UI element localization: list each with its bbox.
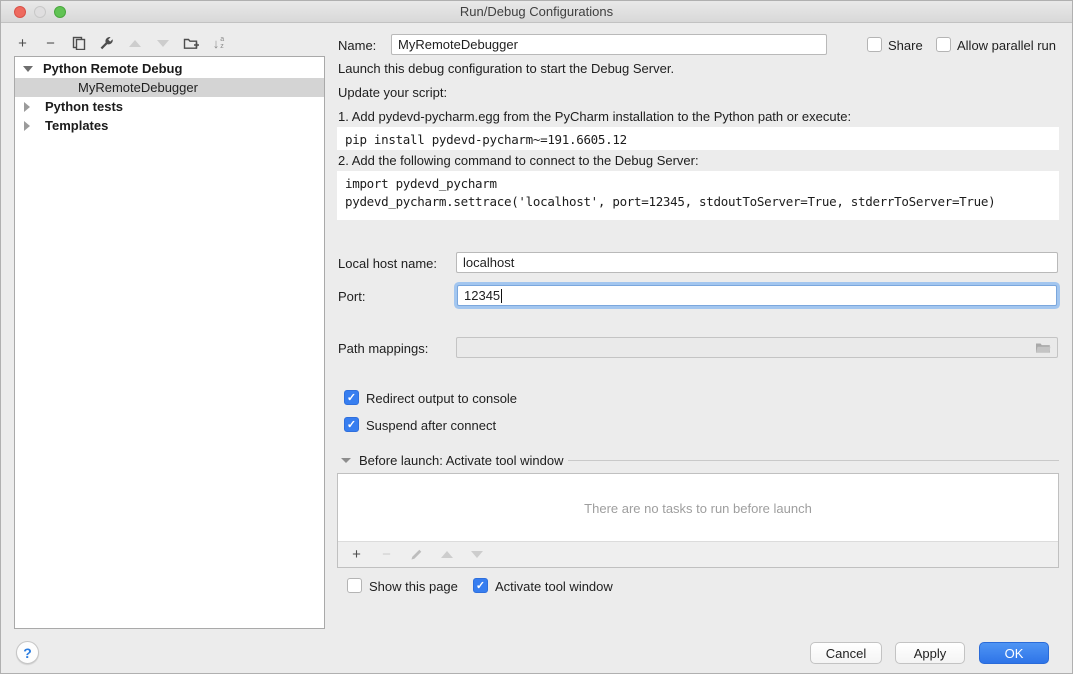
sort-alphabetically-icon: ↓az xyxy=(213,36,224,51)
settrace-code[interactable]: import pydevd_pycharm pydevd_pycharm.set… xyxy=(337,171,1059,220)
move-down-button[interactable] xyxy=(154,35,171,52)
edit-configuration-button[interactable] xyxy=(98,35,115,52)
intro-text: Launch this debug configuration to start… xyxy=(338,61,674,76)
before-launch-header: Before launch: Activate tool window xyxy=(359,453,564,468)
tree-item-label: Templates xyxy=(45,116,108,135)
path-mappings-label: Path mappings: xyxy=(338,341,428,356)
remote-debug-icon xyxy=(15,82,74,94)
remove-configuration-button[interactable]: − xyxy=(42,35,59,52)
check-icon: ✓ xyxy=(347,418,356,431)
before-launch-task-list: There are no tasks to run before launch … xyxy=(337,473,1059,568)
share-checkbox-label: Share xyxy=(888,38,923,53)
copy-icon xyxy=(72,36,86,50)
redirect-output-label: Redirect output to console xyxy=(366,391,517,406)
tree-item-label: Python tests xyxy=(45,97,123,116)
plus-icon: + xyxy=(18,35,27,52)
configurations-tree: Python Remote Debug MyRemoteDebugger Pyt… xyxy=(14,56,325,629)
check-icon: ✓ xyxy=(347,391,356,404)
tree-item-label: MyRemoteDebugger xyxy=(78,78,198,97)
tree-item-python-tests[interactable]: Python tests xyxy=(15,97,324,116)
import-code-line: import pydevd_pycharm xyxy=(345,176,497,191)
share-checkbox[interactable] xyxy=(867,37,882,52)
tree-item-myremotedebugger[interactable]: MyRemoteDebugger xyxy=(15,78,324,97)
tree-item-python-remote-debug[interactable]: Python Remote Debug xyxy=(15,59,324,78)
show-this-page-label: Show this page xyxy=(369,579,458,594)
pip-install-code-text: pip install pydevd-pycharm~=191.6605.12 xyxy=(345,132,627,147)
move-task-down-button[interactable] xyxy=(468,546,485,563)
no-tasks-message: There are no tasks to run before launch xyxy=(338,474,1058,542)
minus-icon: − xyxy=(46,35,55,52)
text-caret xyxy=(501,289,502,303)
copy-configuration-button[interactable] xyxy=(70,35,87,52)
tree-item-templates[interactable]: Templates xyxy=(15,116,324,135)
suspend-after-connect-label: Suspend after connect xyxy=(366,418,496,433)
show-this-page-checkbox[interactable] xyxy=(347,578,362,593)
move-up-button[interactable] xyxy=(126,35,143,52)
arrow-up-icon xyxy=(129,40,141,47)
activate-tool-window-label: Activate tool window xyxy=(495,579,613,594)
expand-collapse-icon[interactable] xyxy=(23,66,33,72)
port-input[interactable]: 12345 xyxy=(457,285,1057,306)
configurations-toolbar: + − ↓az xyxy=(14,31,227,55)
arrow-down-icon xyxy=(471,551,483,558)
help-button[interactable]: ? xyxy=(16,641,39,664)
step1-text: 1. Add pydevd-pycharm.egg from the PyCha… xyxy=(338,109,851,124)
path-mappings-input[interactable] xyxy=(456,337,1058,358)
pencil-icon xyxy=(410,548,423,561)
remove-task-button[interactable]: − xyxy=(378,546,395,563)
expand-collapse-icon[interactable] xyxy=(24,102,30,112)
ok-button[interactable]: OK xyxy=(979,642,1049,664)
activate-tool-window-checkbox[interactable]: ✓ xyxy=(473,578,488,593)
before-launch-collapse-icon[interactable] xyxy=(341,458,351,463)
allow-parallel-run-checkbox[interactable] xyxy=(936,37,951,52)
question-mark-icon: ? xyxy=(23,645,32,661)
arrow-up-icon xyxy=(441,551,453,558)
allow-parallel-run-label: Allow parallel run xyxy=(957,38,1056,53)
expand-collapse-icon[interactable] xyxy=(24,121,30,131)
local-host-input[interactable] xyxy=(456,252,1058,273)
tree-item-label: Python Remote Debug xyxy=(43,59,182,78)
plus-icon: + xyxy=(352,546,361,563)
redirect-output-checkbox[interactable]: ✓ xyxy=(344,390,359,405)
settrace-code-line: pydevd_pycharm.settrace('localhost', por… xyxy=(345,194,995,209)
name-input[interactable] xyxy=(391,34,827,55)
run-debug-configurations-dialog: Run/Debug Configurations + − ↓az Python … xyxy=(0,0,1073,674)
add-task-button[interactable]: + xyxy=(348,546,365,563)
local-host-label: Local host name: xyxy=(338,256,437,271)
update-script-text: Update your script: xyxy=(338,85,447,100)
section-divider xyxy=(568,460,1059,461)
new-folder-icon xyxy=(183,36,199,50)
minus-icon: − xyxy=(382,546,391,563)
cancel-button[interactable]: Cancel xyxy=(810,642,882,664)
window-title: Run/Debug Configurations xyxy=(1,4,1072,19)
move-task-up-button[interactable] xyxy=(438,546,455,563)
browse-folder-icon[interactable] xyxy=(1035,342,1051,354)
create-folder-button[interactable] xyxy=(182,35,199,52)
edit-task-button[interactable] xyxy=(408,546,425,563)
wrench-icon xyxy=(99,36,114,51)
suspend-after-connect-checkbox[interactable]: ✓ xyxy=(344,417,359,432)
name-label: Name: xyxy=(338,38,376,53)
arrow-down-icon xyxy=(157,40,169,47)
port-label: Port: xyxy=(338,289,365,304)
port-input-value: 12345 xyxy=(464,288,500,303)
check-icon: ✓ xyxy=(476,579,485,592)
sort-configurations-button[interactable]: ↓az xyxy=(210,35,227,52)
pip-install-code[interactable]: pip install pydevd-pycharm~=191.6605.12 xyxy=(337,127,1059,150)
title-bar: Run/Debug Configurations xyxy=(1,1,1072,23)
task-list-toolbar: + − xyxy=(338,541,1058,567)
step2-text: 2. Add the following command to connect … xyxy=(338,153,699,168)
apply-button[interactable]: Apply xyxy=(895,642,965,664)
add-configuration-button[interactable]: + xyxy=(14,35,31,52)
